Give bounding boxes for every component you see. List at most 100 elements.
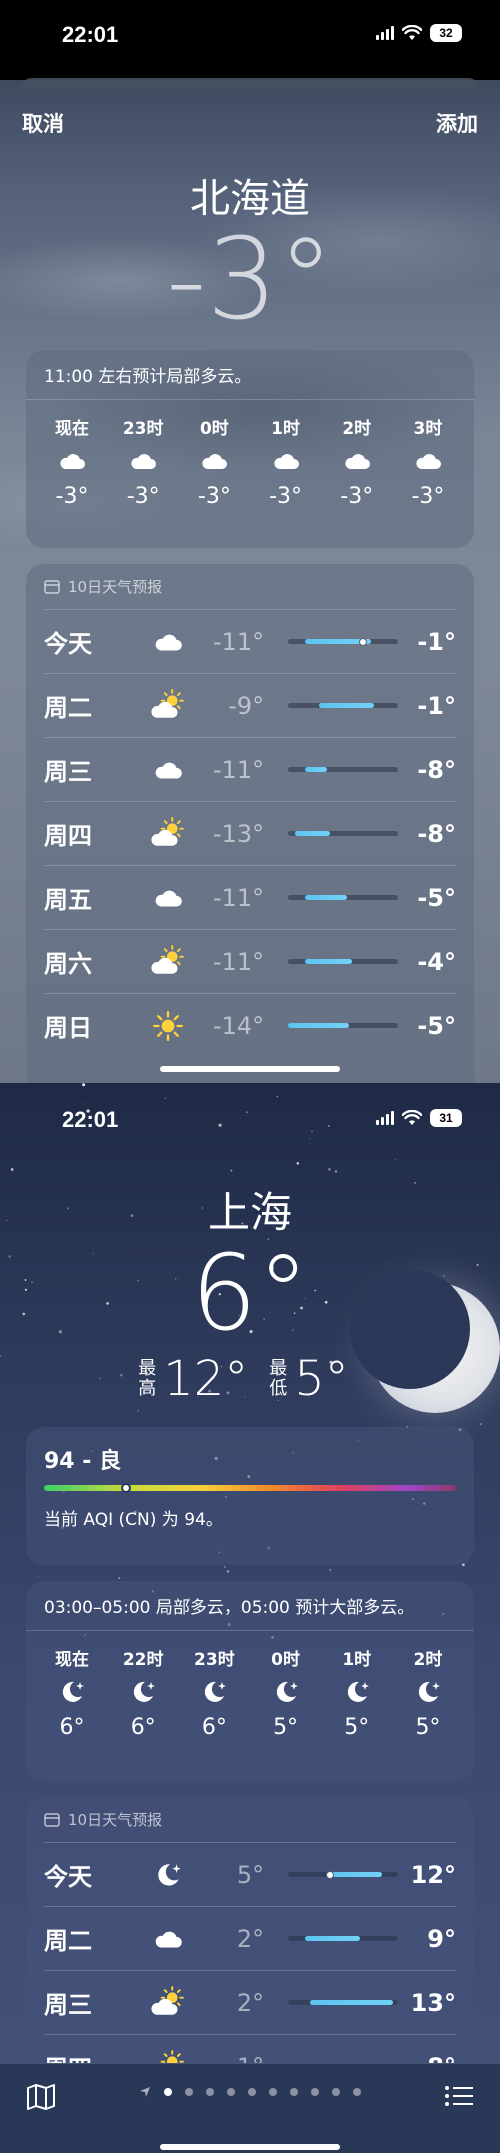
add-button[interactable]: 添加 [436,108,478,138]
temp-range-bar [288,2000,399,2005]
moon-star-icon [62,1681,84,1702]
current-temp-marker [326,1870,335,1879]
hourly-card[interactable]: 03:00–05:00 局部多云，05:00 预计大部多云。 现在 6° 22时 6°… [26,1581,474,1781]
forecast-card[interactable]: 10日天气预报 今天 -11° -1° 周二 -9° -1° 周三 -11° -8° 周四 -13°… [26,564,474,1083]
hourly-card[interactable]: 11:00 左右预计局部多云。 现在 -3° 23时 -3° 0时 -3° 1时 -3° 2时 -… [26,350,474,548]
hour-temp: -3° [55,484,89,509]
forecast-row[interactable]: 周二 2° 9° [44,1906,456,1970]
forecast-row[interactable]: 周三 2° 13° [44,1970,456,2034]
home-indicator[interactable] [160,2144,340,2150]
forecast-day: 周三 [44,758,92,786]
hour-label: 3时 [413,419,443,439]
temp-range-bar [288,703,399,708]
forecast-day: 今天 [44,1863,92,1891]
hour-item: 现在 -3° [38,414,106,509]
hour-item: 22时 6° [109,1645,177,1740]
sun-cloud-icon [151,944,184,974]
forecast-row[interactable]: 今天 5° 12° [44,1842,456,1906]
forecast-day: 今天 [44,630,92,658]
forecast-high: -5° [417,1011,456,1040]
forecast-row[interactable]: 周四 -13° -8° [44,801,456,865]
temp-range-fill [304,767,327,772]
hour-temp: 5° [344,1715,370,1740]
low-temp: 5° [294,1351,349,1407]
page-dot[interactable] [185,2088,193,2096]
page-dot[interactable] [353,2088,361,2096]
moon-star-icon [158,1863,181,1886]
temp-range-fill [326,1872,382,1877]
page-dot[interactable] [311,2088,319,2096]
high-label: 最高 [138,1358,157,1399]
hour-temp: 5° [273,1715,299,1740]
forecast-row[interactable]: 今天 -11° -1° [44,609,456,673]
hour-item: 1时 -3° [252,414,320,509]
screen-shanghai: 22:01 31 上海 6° 最高 12° 最低 5° 94 - 良 当前 AQ… [0,1083,500,2153]
sun-icon [152,1010,183,1041]
temp-range-bar [288,831,399,836]
hour-item: 23时 6° [180,1645,248,1740]
temp-range-bar [288,767,399,772]
forecast-row[interactable]: 周六 -11° -4° [44,929,456,993]
aqi-title: 94 - 良 [44,1449,122,1474]
page-dot[interactable] [269,2088,277,2096]
hour-label: 23时 [194,1650,235,1670]
hour-temp: -3° [411,484,445,509]
page-dot[interactable] [227,2088,235,2096]
hour-temp: -3° [197,484,231,509]
forecast-title: 10日天气预报 [68,578,163,596]
page-dot[interactable] [332,2088,340,2096]
page-dot[interactable] [206,2088,214,2096]
page-dot[interactable] [290,2088,298,2096]
list-icon[interactable] [444,2084,474,2108]
forecast-low: -11° [212,755,265,784]
sun-cloud-icon [151,1985,184,2015]
hour-item: 0时 5° [252,1645,320,1740]
hour-temp: -3° [269,484,303,509]
forecast-row[interactable]: 周二 -9° -1° [44,673,456,737]
hour-label: 现在 [55,1650,89,1670]
moon-star-icon [418,1681,440,1702]
temp-range-fill [304,895,347,900]
forecast-high: -1° [417,691,456,720]
forecast-high: -8° [417,755,456,784]
hour-item: 现在 6° [38,1645,106,1740]
cloud-icon [345,454,370,469]
forecast-high: -5° [417,883,456,912]
forecast-low: -11° [212,883,265,912]
hour-temp: 6° [201,1715,227,1740]
high-low: 最高 12° 最低 5° [0,1351,500,1407]
hourly-list: 现在 6° 22时 6° 23时 6° 0时 5° 1时 5° 2时 5° [26,1631,474,1740]
forecast-title: 10日天气预报 [68,1811,163,1829]
forecast-row[interactable]: 周五 -11° -5° [44,865,456,929]
forecast-day: 周三 [44,1991,92,2019]
forecast-low: -11° [212,627,265,656]
moon-star-icon [134,1681,156,1702]
hourly-summary: 03:00–05:00 局部多云，05:00 预计大部多云。 [26,1581,474,1631]
aqi-scale [44,1483,456,1493]
bottom-toolbar [0,2063,500,2153]
forecast-high: 9° [427,1924,456,1953]
home-indicator[interactable] [160,1066,340,1072]
hour-label: 1时 [271,419,300,439]
calendar-icon [44,580,60,594]
temp-range-fill [310,2000,393,2005]
status-icons: 31 [376,1109,462,1127]
moon-star-icon [347,1681,369,1702]
aqi-card[interactable]: 94 - 良 当前 AQI (CN) 为 94。 [26,1427,474,1565]
sun-cloud-icon [151,688,184,718]
forecast-row[interactable]: 周三 -11° -8° [44,737,456,801]
status-time: 22:01 [62,22,119,47]
page-dot[interactable] [248,2088,256,2096]
page-indicator[interactable] [0,2086,500,2098]
cancel-button[interactable]: 取消 [22,108,64,138]
forecast-row[interactable]: 周日 -14° -5° [44,993,456,1057]
forecast-high: -8° [417,819,456,848]
temp-range-bar [288,1870,399,1879]
hour-label: 1时 [342,1650,372,1670]
location-arrow-icon [140,2087,150,2097]
temp-range-bar [288,895,399,900]
page-dot[interactable] [164,2088,172,2096]
temp-range-fill [319,703,375,708]
hour-label: 2时 [342,419,372,439]
moon-star-icon [276,1681,298,1702]
